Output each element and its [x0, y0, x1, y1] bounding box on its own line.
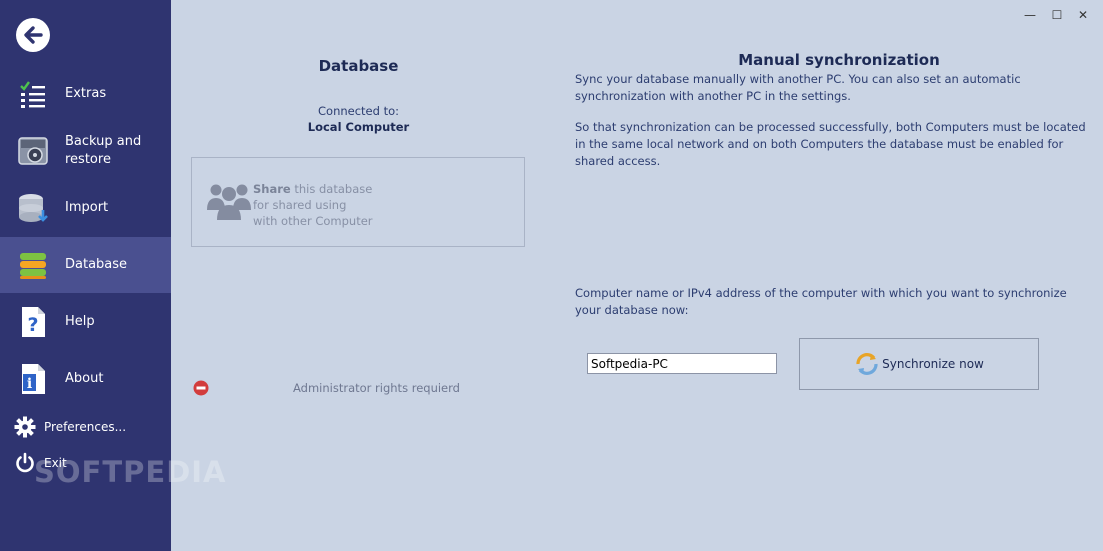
- sync-title: Manual synchronization: [738, 51, 940, 69]
- database-icon: [17, 249, 49, 281]
- synchronize-now-button[interactable]: Synchronize now: [799, 338, 1039, 390]
- gear-icon: [14, 416, 36, 438]
- back-button[interactable]: [16, 18, 50, 52]
- svg-text:?: ?: [27, 314, 38, 336]
- sidebar-item-label: Backup and restore: [65, 134, 142, 167]
- checklist-icon: [17, 78, 49, 110]
- sidebar-item-label: About: [65, 371, 104, 386]
- share-database-button[interactable]: Share this database for shared using wit…: [191, 157, 525, 247]
- sidebar-item-import[interactable]: Import: [0, 180, 171, 236]
- sidebar-item-label: Import: [65, 200, 109, 215]
- sidebar-item-database[interactable]: Database: [0, 237, 171, 293]
- sidebar-item-about[interactable]: i About: [0, 351, 171, 407]
- admin-notice: Administrator rights requierd: [293, 381, 460, 395]
- sync-description-2: So that synchronization can be processed…: [575, 120, 1086, 168]
- info-document-icon: i: [17, 363, 49, 395]
- no-entry-icon: [193, 380, 209, 396]
- connected-value: Local Computer: [307, 120, 410, 134]
- sync-description-1: Sync your database manually with another…: [575, 72, 1021, 103]
- synchronize-now-label: Synchronize now: [882, 357, 984, 371]
- back-arrow-icon: [24, 26, 43, 44]
- backup-disk-icon: [17, 135, 49, 167]
- database-title: Database: [318, 57, 399, 75]
- sidebar-item-help[interactable]: ? Help: [0, 294, 171, 350]
- sidebar-item-backup-restore[interactable]: Backup and restore: [0, 123, 171, 179]
- maximize-button[interactable]: ☐: [1050, 8, 1064, 22]
- svg-text:i: i: [27, 376, 32, 392]
- watermark: SOFTPEDIA: [34, 455, 227, 489]
- share-line1: this database: [290, 182, 373, 196]
- connected-label: Connected to:: [318, 104, 399, 118]
- computer-label: Computer name or IPv4 address of the com…: [575, 286, 1067, 317]
- sidebar-item-label: Database: [65, 257, 128, 272]
- share-text: Share this database for shared using wit…: [253, 181, 373, 229]
- sidebar-item-label: Help: [65, 314, 95, 329]
- computer-name-input[interactable]: [587, 353, 777, 374]
- main-panel: — ☐ ✕ Database Connected to: Local Compu…: [171, 0, 1103, 551]
- preferences-item[interactable]: Preferences...: [14, 416, 126, 438]
- preferences-label: Preferences...: [44, 420, 127, 434]
- share-line3: with other Computer: [253, 214, 373, 228]
- users-group-icon: [207, 184, 251, 220]
- share-bold: Share: [253, 182, 291, 196]
- sidebar-item-extras[interactable]: Extras: [0, 66, 171, 122]
- sidebar-item-label: Extras: [65, 86, 107, 101]
- help-document-icon: ?: [17, 306, 49, 338]
- share-line2: for shared using: [253, 198, 347, 212]
- minimize-button[interactable]: —: [1023, 8, 1037, 22]
- close-button[interactable]: ✕: [1076, 8, 1090, 22]
- sync-icon: [856, 353, 878, 375]
- import-database-icon: [17, 192, 49, 224]
- power-icon: [16, 452, 34, 473]
